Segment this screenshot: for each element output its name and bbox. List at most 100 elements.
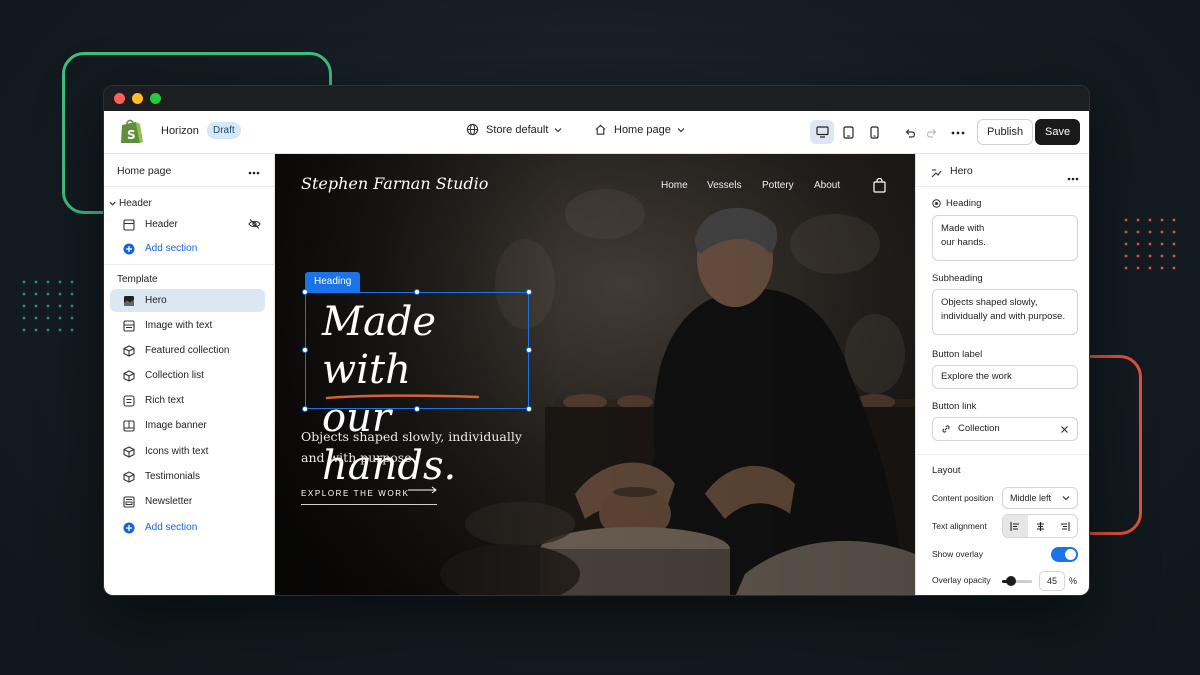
nav-link-about[interactable]: About — [814, 180, 840, 191]
hero-settings-icon — [931, 166, 942, 184]
svg-text:S: S — [127, 128, 136, 142]
panel-divider — [916, 454, 1089, 455]
nav-link-pottery[interactable]: Pottery — [762, 180, 794, 191]
sidebar-item-label: Icons with text — [145, 446, 209, 457]
sidebar-item-testimonials[interactable]: Testimonials — [110, 465, 265, 488]
sidebar-item-label: Newsletter — [145, 496, 193, 507]
maximize-window-button[interactable] — [150, 93, 161, 104]
sidebar-item-hero[interactable]: Hero — [110, 289, 265, 312]
sidebar-item-image-with-text[interactable]: Image with text — [110, 314, 265, 337]
resize-handle[interactable] — [526, 406, 532, 412]
resize-handle[interactable] — [302, 347, 308, 353]
align-right-icon — [1061, 521, 1070, 531]
resize-handle[interactable] — [526, 289, 532, 295]
sidebar-item-label: Testimonials — [145, 471, 201, 482]
content-position-select[interactable]: Middle left — [1002, 487, 1078, 509]
subheading-textarea[interactable]: Objects shaped slowly, individually and … — [932, 289, 1078, 335]
button-link-label: Button link — [932, 401, 977, 412]
store-selector[interactable]: Store default — [466, 123, 569, 136]
more-dots-icon — [248, 171, 260, 175]
sidebar-header: Home page — [104, 154, 274, 187]
sections-sidebar: Home page Header Header Add section Temp… — [104, 154, 275, 595]
hero-heading-line: Made with — [322, 299, 437, 393]
sidebar-item-label: Image banner — [145, 420, 207, 431]
home-icon — [595, 124, 606, 135]
add-section-button[interactable]: Add section — [110, 516, 265, 539]
resize-handle[interactable] — [302, 289, 308, 295]
desktop-icon — [815, 126, 829, 138]
panel-header: Hero — [916, 154, 1089, 187]
panel-more-button[interactable] — [1067, 168, 1079, 186]
close-icon[interactable] — [1060, 425, 1069, 434]
sidebar-item-featured-collection[interactable]: Featured collection — [110, 339, 265, 362]
resize-handle[interactable] — [302, 406, 308, 412]
sidebar-item-header[interactable]: Header — [110, 213, 265, 236]
sidebar-more-button[interactable] — [248, 163, 260, 178]
store-brand-logo[interactable]: Stephen Farnan Studio — [301, 174, 488, 193]
hero-subheading[interactable]: Objects shaped slowly, individually and … — [301, 426, 531, 468]
resize-handle[interactable] — [526, 347, 532, 353]
eye-hidden-icon[interactable] — [248, 218, 261, 233]
button-link-input[interactable]: Collection — [932, 417, 1078, 441]
globe-icon — [466, 123, 479, 136]
overlay-opacity-unit: % — [1069, 576, 1078, 586]
plus-circle-icon — [122, 242, 136, 256]
chevron-down-icon — [677, 127, 685, 132]
show-overlay-toggle[interactable] — [1051, 547, 1078, 562]
sidebar-item-rich-text[interactable]: Rich text — [110, 389, 265, 412]
publish-button[interactable]: Publish — [977, 119, 1034, 145]
chevron-down-icon — [1062, 496, 1070, 501]
button-label-label: Button label — [932, 349, 983, 360]
sidebar-item-icons-with-text[interactable]: Icons with text — [110, 440, 265, 463]
save-button[interactable]: Save — [1035, 119, 1081, 145]
sidebar-item-collection-list[interactable]: Collection list — [110, 364, 265, 387]
plus-circle-icon — [122, 521, 136, 535]
add-section-label: Add section — [145, 243, 198, 254]
cart-icon[interactable] — [873, 177, 886, 198]
mobile-view-button[interactable] — [862, 120, 886, 144]
heading-textarea[interactable]: Made with our hands. — [932, 215, 1078, 261]
header-group-label: Header — [119, 198, 152, 209]
undo-button[interactable] — [900, 123, 920, 143]
overlay-opacity-input[interactable]: 45 — [1039, 571, 1065, 591]
brush-underline-decoration — [325, 394, 480, 400]
add-section-button[interactable]: Add section — [110, 237, 265, 260]
cube-icon — [122, 344, 136, 358]
align-left-button[interactable] — [1003, 515, 1028, 537]
more-options-button[interactable] — [948, 123, 968, 143]
show-overlay-label: Show overlay — [932, 549, 984, 559]
newsletter-icon — [122, 495, 136, 509]
align-center-icon — [1036, 521, 1044, 531]
redo-button[interactable] — [922, 123, 942, 143]
sidebar-item-newsletter[interactable]: Newsletter — [110, 490, 265, 513]
heading-setting-label: Heading — [932, 198, 981, 209]
sidebar-item-label: Image with text — [145, 320, 213, 331]
chevron-down-icon — [554, 127, 562, 132]
page-selector[interactable]: Home page — [594, 123, 692, 136]
sidebar-item-label: Header — [145, 219, 178, 230]
align-center-button[interactable] — [1028, 515, 1053, 537]
desktop-view-button[interactable] — [810, 120, 834, 144]
close-window-button[interactable] — [114, 93, 125, 104]
tablet-view-button[interactable] — [836, 120, 860, 144]
sidebar-divider — [104, 264, 275, 265]
resize-handle[interactable] — [414, 289, 420, 295]
hero-cta-button[interactable]: EXPLORE THE WORK — [301, 489, 410, 498]
device-toggle-group — [810, 120, 888, 144]
nav-link-home[interactable]: Home — [661, 180, 688, 191]
overlay-opacity-slider[interactable] — [1002, 576, 1032, 586]
slider-handle[interactable] — [1006, 576, 1016, 586]
sidebar-item-label: Featured collection — [145, 345, 230, 356]
minimize-window-button[interactable] — [132, 93, 143, 104]
align-right-button[interactable] — [1052, 515, 1077, 537]
more-dots-icon — [1067, 177, 1079, 181]
editor-window: S Horizon Draft Store default Home page — [103, 85, 1090, 596]
button-label-input[interactable]: Explore the work — [932, 365, 1078, 389]
redo-icon — [926, 129, 937, 138]
sidebar-title: Home page — [117, 165, 172, 177]
settings-panel: Hero Heading Made with our hands. Subhea… — [915, 154, 1089, 595]
cube-icon — [122, 470, 136, 484]
sidebar-item-image-banner[interactable]: Image banner — [110, 414, 265, 437]
header-group-toggle[interactable]: Header — [109, 198, 152, 209]
nav-link-vessels[interactable]: Vessels — [707, 180, 741, 191]
